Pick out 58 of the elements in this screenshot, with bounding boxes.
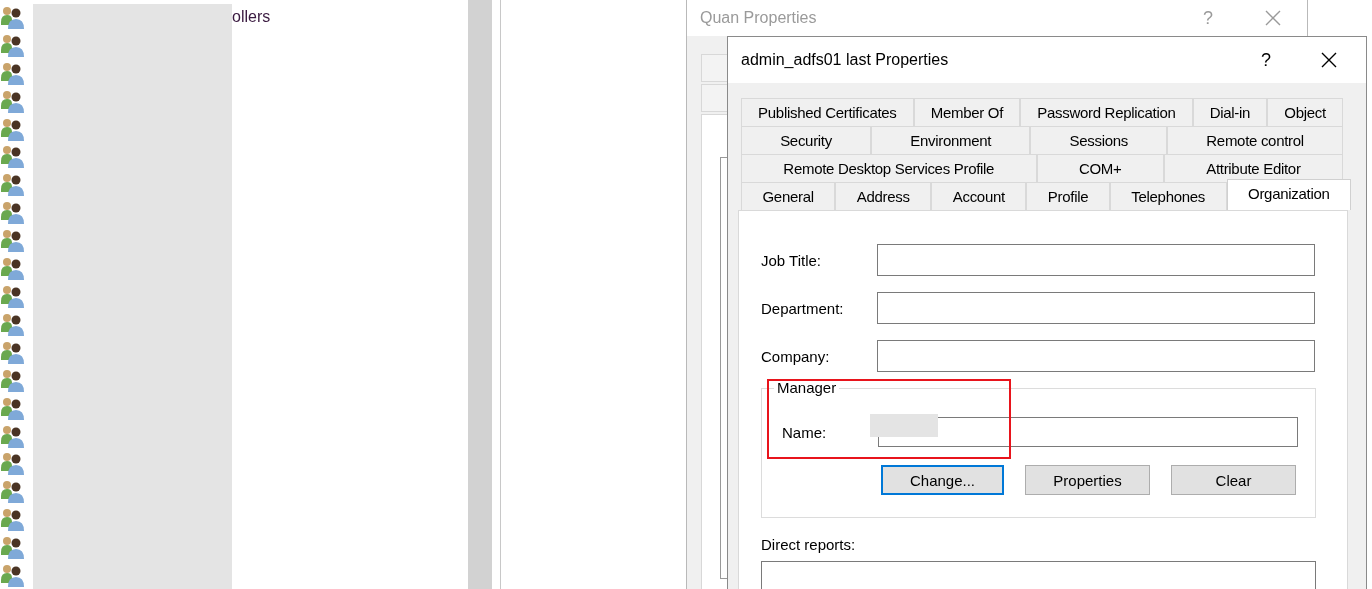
field-label: Department: — [761, 299, 845, 317]
tab[interactable]: Attribute Editor — [1163, 154, 1343, 182]
scrollbar[interactable] — [468, 0, 492, 589]
group-icon — [0, 256, 24, 281]
group-icon — [0, 451, 24, 476]
group-icon — [0, 563, 24, 588]
group-icon — [0, 284, 24, 308]
field-label: Direct reports: — [761, 536, 857, 553]
tab[interactable]: Remote Desktop Services Profile — [741, 154, 1037, 182]
tab[interactable]: Dial-in — [1192, 98, 1268, 126]
group-icon — [0, 144, 24, 169]
tab[interactable]: Environment — [871, 126, 1031, 154]
group-icon — [0, 535, 24, 560]
tab[interactable]: Member Of — [913, 98, 1021, 126]
tab[interactable]: Address — [835, 182, 932, 210]
tab[interactable]: Published Certificates — [741, 98, 914, 126]
input-field[interactable] — [877, 340, 1315, 372]
group-icon — [0, 88, 24, 113]
input-field[interactable] — [877, 292, 1315, 324]
window-title: Quan Properties — [700, 9, 817, 27]
dialog-button[interactable]: Change... — [881, 465, 1004, 495]
group-icon — [0, 507, 24, 532]
group-icon — [0, 423, 24, 448]
tab[interactable]: COM+ — [1036, 154, 1164, 182]
field-label: Company: — [761, 347, 831, 365]
group-icon — [0, 172, 24, 197]
input-field[interactable] — [877, 244, 1315, 276]
dialog-button[interactable]: Properties — [1025, 465, 1150, 495]
help-button[interactable]: ? — [1261, 49, 1271, 71]
group-icon — [0, 479, 24, 504]
group-icon — [0, 395, 24, 420]
dialog-button[interactable]: Clear — [1171, 465, 1296, 495]
group-icon — [0, 4, 24, 29]
close-icon[interactable] — [1321, 52, 1337, 68]
tab[interactable]: Telephones — [1109, 182, 1227, 210]
tab[interactable]: Sessions — [1030, 126, 1168, 154]
tab[interactable]: Account — [931, 182, 1027, 210]
redaction-block — [870, 414, 938, 437]
tab[interactable]: Profile — [1026, 182, 1110, 210]
group-icon — [0, 367, 24, 392]
group-icon — [0, 32, 24, 57]
group-icon — [0, 200, 24, 225]
group-icon — [0, 311, 24, 336]
tab[interactable]: Security — [741, 126, 872, 154]
input-field[interactable] — [878, 417, 1298, 447]
group-icon — [0, 339, 24, 364]
group-icon — [0, 60, 24, 85]
tab[interactable]: Remote control — [1167, 126, 1343, 154]
tab[interactable]: Object — [1267, 98, 1343, 126]
tab[interactable]: Organization — [1226, 179, 1351, 210]
window-title: admin_adfs01 last Properties — [741, 51, 949, 69]
tab[interactable]: Password Replication — [1020, 98, 1193, 126]
tree-item-label[interactable]: ollers — [232, 7, 271, 26]
field-label: Job Title: — [761, 251, 823, 269]
group-icon — [0, 228, 24, 253]
field-label: Name: — [782, 423, 828, 441]
group-icon — [0, 116, 24, 141]
tab[interactable]: General — [741, 182, 836, 210]
